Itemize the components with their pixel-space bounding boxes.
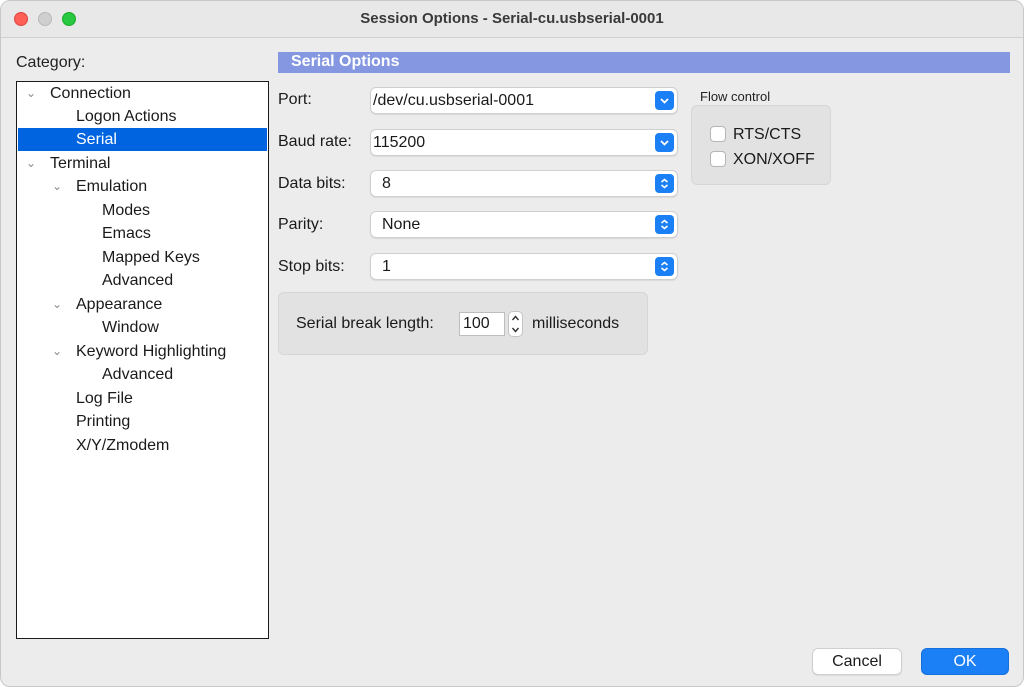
serial-break-stepper[interactable] [508, 311, 523, 337]
window-title: Session Options - Serial-cu.usbserial-00… [360, 10, 664, 27]
tree-item-logon-actions[interactable]: Logon Actions [18, 105, 267, 128]
tree-item-serial[interactable]: Serial [18, 128, 267, 151]
category-label: Category: [16, 54, 86, 71]
tree-item-log-file[interactable]: Log File [18, 387, 267, 410]
tree-item-connection[interactable]: ⌄ Connection [18, 82, 267, 105]
tree-item-label: Window [102, 319, 159, 336]
tree-item-label: Appearance [76, 296, 163, 313]
baud-rate-label: Baud rate: [278, 133, 352, 150]
chevron-down-icon[interactable] [655, 91, 674, 110]
data-bits-label: Data bits: [278, 175, 346, 192]
tree-item-advanced[interactable]: Advanced [18, 269, 267, 292]
rts-cts-label[interactable]: RTS/CTS [733, 126, 801, 144]
tree-item-mapped-keys[interactable]: Mapped Keys [18, 246, 267, 269]
xon-xoff-label[interactable]: XON/XOFF [733, 151, 815, 169]
section-header: Serial Options [278, 52, 1010, 73]
baud-rate-value: 115200 [373, 134, 426, 151]
tree-item-terminal[interactable]: ⌄ Terminal [18, 152, 267, 175]
up-down-chevron-icon [655, 174, 674, 193]
tree-item-label: Advanced [102, 272, 174, 289]
chevron-down-icon[interactable]: ⌄ [50, 340, 64, 363]
milliseconds-label: milliseconds [532, 315, 620, 332]
chevron-down-icon[interactable]: ⌄ [24, 82, 38, 105]
tree-item-label: Connection [50, 85, 131, 102]
tree-item-label: Log File [76, 390, 133, 407]
tree-item-label: Advanced [102, 366, 174, 383]
tree-item-keyword-highlighting[interactable]: ⌄ Keyword Highlighting [18, 340, 267, 363]
tree-item-window[interactable]: Window [18, 316, 267, 339]
title-bar: Session Options - Serial-cu.usbserial-00… [1, 1, 1023, 38]
tree-item-xyzmodem[interactable]: X/Y/Zmodem [18, 434, 267, 457]
up-down-chevron-icon [655, 215, 674, 234]
up-down-chevron-icon [655, 257, 674, 276]
chevron-down-icon[interactable] [655, 133, 674, 152]
tree-item-highlighting-advanced[interactable]: Advanced [18, 363, 267, 386]
data-bits-value: 8 [382, 175, 391, 192]
parity-value: None [382, 216, 421, 233]
xon-xoff-checkbox[interactable] [710, 151, 726, 167]
chevron-down-icon[interactable]: ⌄ [50, 293, 64, 316]
tree-item-label: Serial [76, 131, 117, 148]
cancel-button[interactable]: Cancel [812, 648, 902, 675]
parity-select[interactable]: None [370, 211, 678, 238]
tree-item-label: Emacs [102, 225, 151, 242]
rts-cts-checkbox[interactable] [710, 126, 726, 142]
tree-item-label: Keyword Highlighting [76, 343, 227, 360]
serial-break-label: Serial break length: [296, 315, 434, 332]
tree-item-label: Emulation [76, 178, 148, 195]
session-options-window: Session Options - Serial-cu.usbserial-00… [0, 0, 1024, 687]
baud-rate-combobox[interactable]: 115200 [370, 129, 678, 156]
port-combobox[interactable]: /dev/cu.usbserial-0001 [370, 87, 678, 114]
chevron-down-icon[interactable]: ⌄ [24, 152, 38, 175]
tree-item-label: Logon Actions [76, 108, 177, 125]
stop-bits-select[interactable]: 1 [370, 253, 678, 280]
parity-label: Parity: [278, 216, 324, 233]
tree-item-label: Terminal [50, 155, 111, 172]
ok-button[interactable]: OK [921, 648, 1009, 675]
serial-break-input[interactable]: 100 [459, 312, 505, 336]
tree-item-emulation[interactable]: ⌄ Emulation [18, 175, 267, 198]
section-title: Serial Options [291, 53, 400, 70]
port-label: Port: [278, 91, 312, 108]
tree-item-label: Mapped Keys [102, 249, 200, 266]
tree-item-label: Modes [102, 202, 151, 219]
serial-break-group: Serial break length: 100 milliseconds [278, 292, 648, 355]
tree-item-printing[interactable]: Printing [18, 410, 267, 433]
chevron-down-icon[interactable]: ⌄ [50, 175, 64, 198]
flow-control-group: RTS/CTS XON/XOFF [691, 105, 831, 185]
stop-bits-value: 1 [382, 258, 391, 275]
flow-control-title: Flow control [700, 89, 771, 104]
tree-item-appearance[interactable]: ⌄ Appearance [18, 293, 267, 316]
port-value: /dev/cu.usbserial-0001 [373, 92, 534, 109]
category-tree: ⌄ Connection Logon Actions Serial ⌄ Term… [16, 81, 269, 639]
tree-item-label: Printing [76, 413, 131, 430]
tree-item-emacs[interactable]: Emacs [18, 222, 267, 245]
tree-item-label: X/Y/Zmodem [76, 437, 170, 454]
stop-bits-label: Stop bits: [278, 258, 345, 275]
tree-item-modes[interactable]: Modes [18, 199, 267, 222]
data-bits-select[interactable]: 8 [370, 170, 678, 197]
